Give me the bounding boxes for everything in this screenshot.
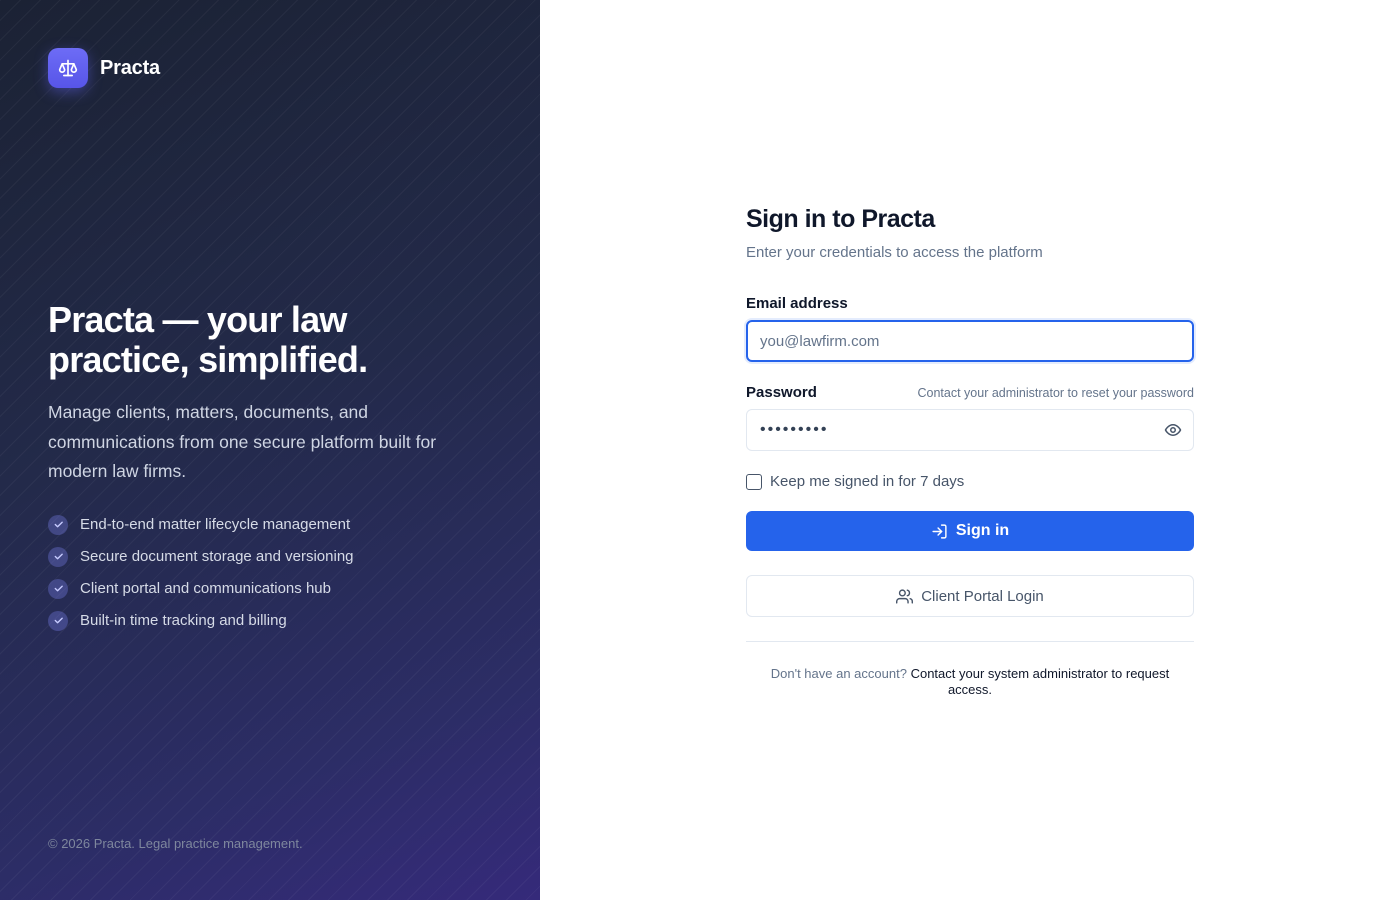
remember-checkbox[interactable] [746, 473, 762, 490]
form-subtitle: Enter your credentials to access the pla… [746, 244, 1043, 261]
check-icon [48, 546, 68, 567]
hero-title-line2: practice, simplified. [48, 339, 368, 380]
copyright: © 2026 Practa. Legal practice management… [48, 836, 303, 851]
feature-list: End-to-end matter lifecycle management S… [48, 509, 488, 637]
email-input[interactable] [746, 320, 1194, 362]
divider [746, 641, 1194, 642]
password-input[interactable] [746, 409, 1194, 451]
email-label: Email address [746, 295, 848, 312]
request-question: Don't have an account? [770, 666, 907, 681]
feature-label: Secure document storage and versioning [80, 548, 354, 565]
brand: Practa [48, 48, 160, 88]
password-label-row: Password Contact your administrator to r… [746, 384, 1194, 401]
remember-me[interactable]: Keep me signed in for 7 days [746, 473, 1194, 490]
check-icon [48, 610, 68, 631]
request-access-link[interactable]: Contact your system administrator to req… [911, 666, 1170, 697]
password-field-wrapper [746, 409, 1194, 451]
eye-icon[interactable] [1164, 421, 1182, 439]
password-label: Password [746, 384, 817, 401]
client-portal-label: Client Portal Login [921, 587, 1044, 605]
signin-form: Sign in to Practa Enter your credentials… [746, 204, 1194, 698]
check-icon [48, 578, 68, 599]
feature-item: Client portal and communications hub [48, 573, 488, 605]
check-icon [48, 514, 68, 535]
request-access: Don't have an account? Contact your syst… [746, 666, 1194, 698]
hero: Practa — your law practice, simplified. … [48, 300, 488, 637]
remember-label: Keep me signed in for 7 days [770, 473, 965, 490]
brand-name: Practa [100, 56, 160, 79]
brand-panel: Practa Practa — your law practice, simpl… [0, 0, 540, 900]
client-portal-button[interactable]: Client Portal Login [746, 575, 1194, 617]
password-reset-hint: Contact your administrator to reset your… [917, 386, 1194, 400]
hero-description: Manage clients, matters, documents, and … [48, 402, 437, 481]
users-icon [896, 588, 914, 605]
log-in-icon [931, 523, 948, 540]
sign-in-label: Sign in [955, 522, 1010, 539]
feature-item: Secure document storage and versioning [48, 541, 488, 573]
hero-title-line1: Practa — your law [48, 299, 347, 340]
hero-title: Practa — your law practice, simplified. [48, 300, 488, 380]
feature-label: Built-in time tracking and billing [80, 612, 287, 629]
feature-item: End-to-end matter lifecycle management [48, 509, 488, 541]
form-title: Sign in to Practa [746, 205, 935, 233]
sign-in-button[interactable]: Sign in [746, 511, 1194, 551]
feature-label: End-to-end matter lifecycle management [80, 516, 351, 533]
feature-item: Built-in time tracking and billing [48, 605, 488, 637]
feature-label: Client portal and communications hub [80, 580, 331, 597]
scale-icon [48, 48, 88, 88]
